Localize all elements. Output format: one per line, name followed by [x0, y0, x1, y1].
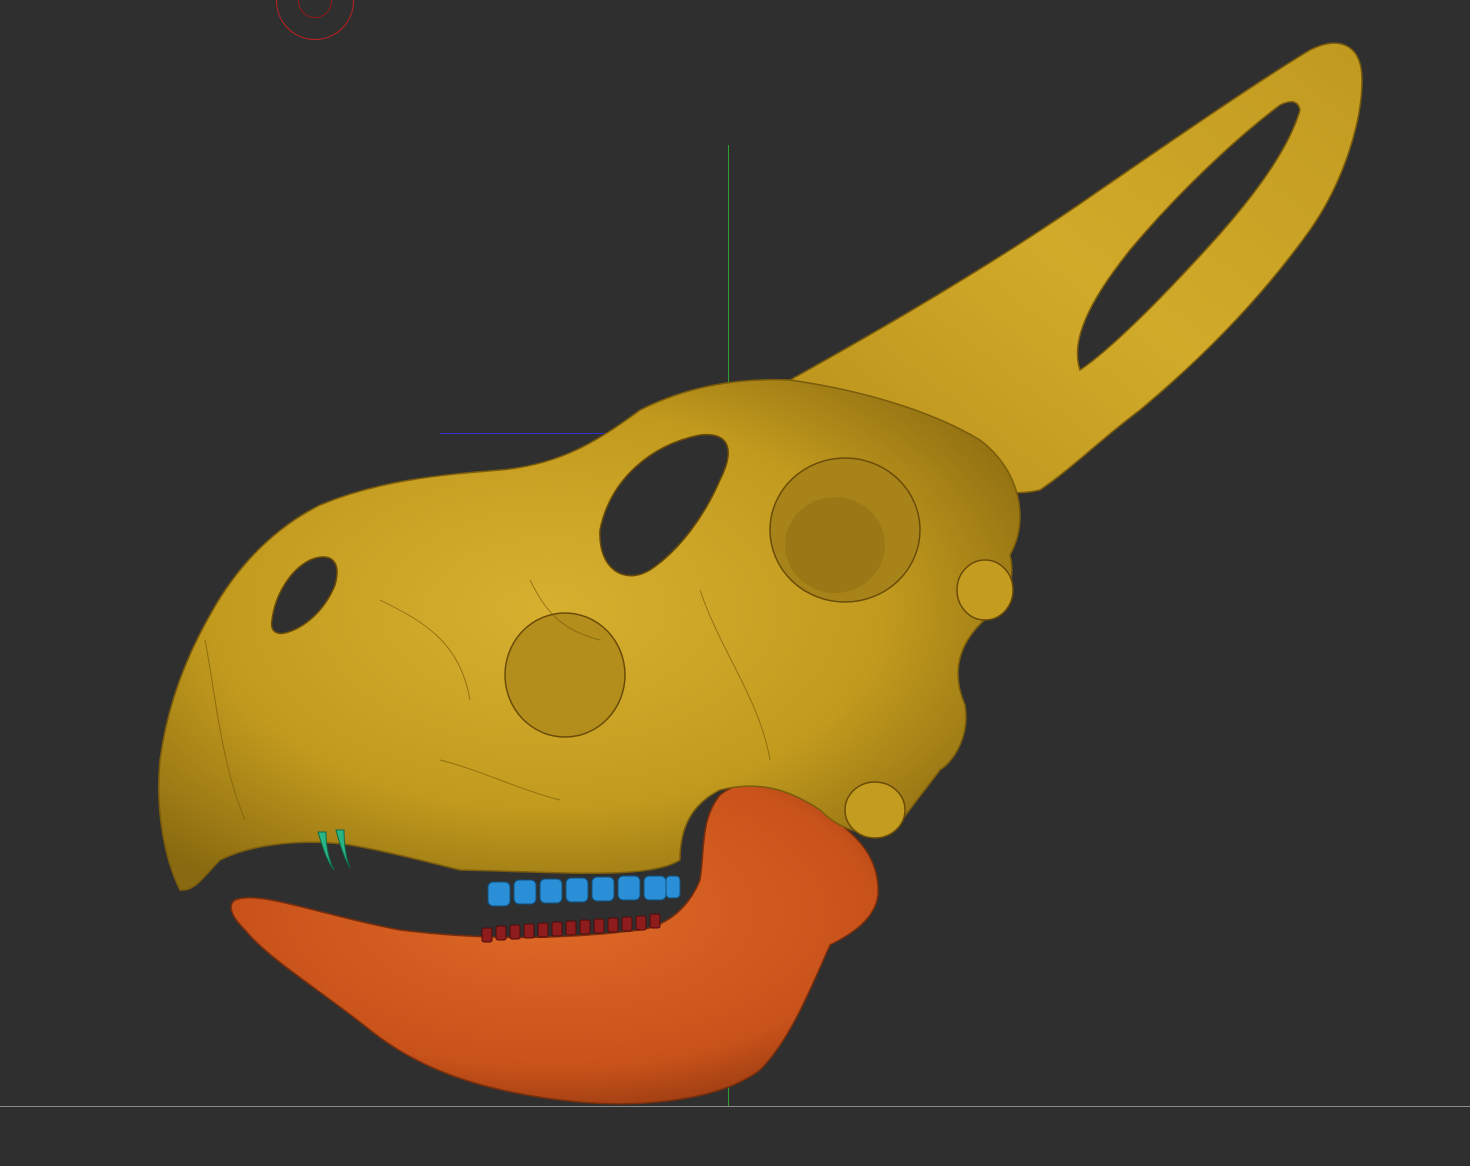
3d-viewport[interactable] — [0, 0, 1470, 1166]
orbit-shadow — [785, 497, 885, 593]
quadrate-knob — [956, 559, 1014, 621]
floor-grid-line — [0, 1106, 1470, 1107]
model-canvas[interactable] — [0, 0, 1470, 1166]
upper-teeth[interactable] — [487, 875, 681, 907]
occipital-knob — [844, 781, 906, 839]
jugal-boss — [504, 612, 626, 738]
